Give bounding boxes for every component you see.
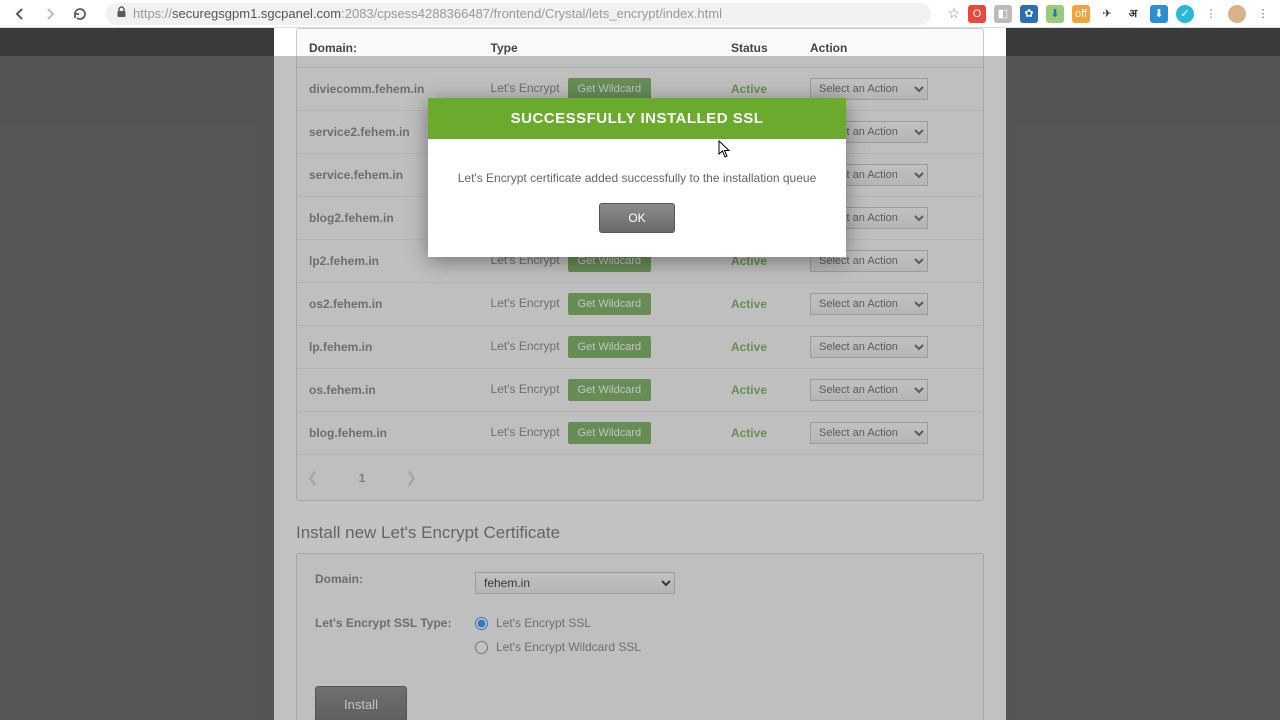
ext-icon-3[interactable]: ✿: [1020, 5, 1038, 23]
reload-button[interactable]: [68, 2, 92, 26]
profile-avatar[interactable]: [1228, 5, 1246, 23]
ext-icon-4[interactable]: ⬇: [1046, 5, 1064, 23]
modal-message: Let's Encrypt certificate added successf…: [428, 139, 846, 203]
ext-icon-7[interactable]: अ: [1124, 5, 1142, 23]
ext-icon-6[interactable]: ✈: [1098, 5, 1116, 23]
ext-icon-8[interactable]: ⬇: [1150, 5, 1168, 23]
forward-button[interactable]: [38, 2, 62, 26]
ext-icon-2[interactable]: ◧: [994, 5, 1012, 23]
success-modal: SUCCESSFULLY INSTALLED SSL Let's Encrypt…: [428, 98, 846, 257]
modal-ok-button[interactable]: OK: [599, 203, 674, 233]
modal-title: SUCCESSFULLY INSTALLED SSL: [428, 98, 846, 139]
lock-icon: [116, 6, 127, 21]
address-bar[interactable]: https://securegsgpm1.sgcpanel.com:2083/c…: [106, 3, 931, 25]
url-text: https://securegsgpm1.sgcpanel.com:2083/c…: [133, 6, 722, 21]
bookmark-star-icon[interactable]: ☆: [947, 5, 960, 22]
ext-icon-5[interactable]: off: [1072, 5, 1090, 23]
chrome-menu-icon[interactable]: ⋮: [1254, 5, 1272, 23]
extension-icons: O ◧ ✿ ⬇ off ✈ अ ⬇ ✓ ⋮ ⋮: [968, 5, 1272, 23]
browser-toolbar: https://securegsgpm1.sgcpanel.com:2083/c…: [0, 0, 1280, 28]
back-button[interactable]: [8, 2, 32, 26]
ext-divider: ⋮: [1202, 5, 1220, 23]
ext-icon-1[interactable]: O: [968, 5, 986, 23]
ext-icon-9[interactable]: ✓: [1176, 5, 1194, 23]
